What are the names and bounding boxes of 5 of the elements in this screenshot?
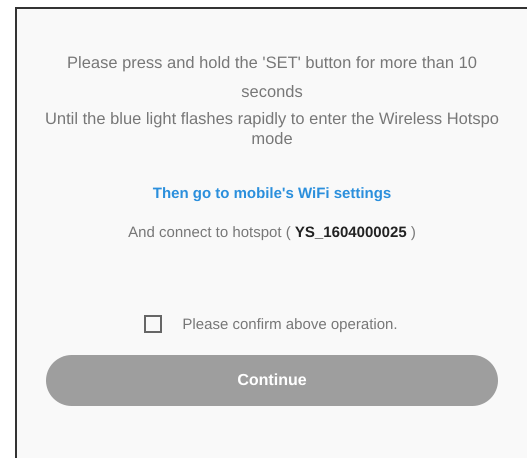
confirm-label: Please confirm above operation. — [182, 316, 398, 332]
wifi-settings-link[interactable]: Then go to mobile's WiFi settings — [152, 185, 392, 202]
instruction-text: Until the blue light flashes rapidly to enter the Wireless Hotspo mode — [44, 109, 500, 149]
connect-text: And connect to hotspot ( YS_1604000025 ) — [128, 224, 416, 241]
instruction-text: Please press and hold the 'SET' button for more than 10 seconds — [66, 53, 478, 103]
